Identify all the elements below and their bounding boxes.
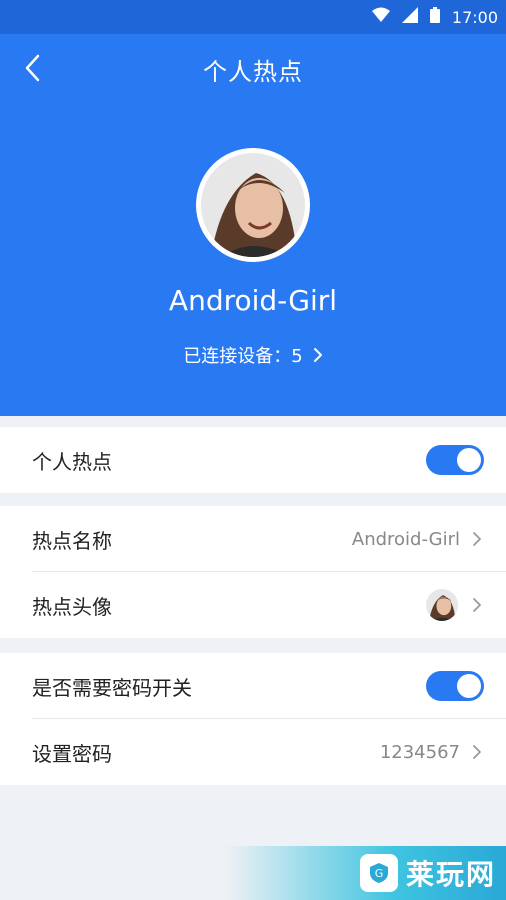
avatar-image bbox=[201, 153, 305, 257]
hotspot-name-display: Android-Girl bbox=[168, 284, 338, 317]
hotspot-avatar-row[interactable]: 热点头像 bbox=[0, 572, 506, 638]
wifi-icon bbox=[371, 7, 390, 27]
hotspot-avatar-thumbnail bbox=[426, 589, 458, 621]
watermark-text: 莱玩网 bbox=[405, 858, 496, 891]
hotspot-toggle-label: 个人热点 bbox=[32, 449, 112, 474]
status-bar: 17:00 bbox=[0, 0, 506, 34]
hotspot-name-row[interactable]: 热点名称 Android-Girl bbox=[0, 506, 506, 572]
chevron-right-icon bbox=[470, 595, 484, 615]
password-switch-row[interactable]: 是否需要密码开关 bbox=[0, 653, 506, 719]
hotspot-info-section: 热点名称 Android-Girl 热点头像 bbox=[0, 506, 506, 638]
hotspot-header: 个人热点 Android-Girl 已连接设备：5 bbox=[0, 34, 506, 416]
status-time: 17:00 bbox=[451, 7, 498, 27]
page-title: 个人热点 bbox=[203, 58, 303, 86]
hotspot-toggle[interactable] bbox=[426, 445, 484, 475]
signal-icon bbox=[401, 7, 418, 27]
set-password-label: 设置密码 bbox=[32, 741, 112, 766]
chevron-right-icon bbox=[470, 742, 484, 762]
hotspot-name-value: Android-Girl bbox=[351, 528, 460, 550]
chevron-right-icon bbox=[470, 529, 484, 549]
password-switch-label: 是否需要密码开关 bbox=[32, 675, 192, 700]
password-toggle[interactable] bbox=[426, 671, 484, 701]
hotspot-toggle-section: 个人热点 bbox=[0, 427, 506, 493]
password-section: 是否需要密码开关 设置密码 1234567 bbox=[0, 653, 506, 785]
connected-devices-link[interactable]: 已连接设备：5 bbox=[0, 342, 506, 368]
chevron-right-icon bbox=[313, 348, 322, 362]
hotspot-avatar-label: 热点头像 bbox=[32, 594, 112, 619]
battery-icon bbox=[429, 7, 440, 27]
set-password-row[interactable]: 设置密码 1234567 bbox=[0, 719, 506, 785]
toggle-knob bbox=[457, 674, 481, 698]
password-value: 1234567 bbox=[379, 741, 460, 763]
svg-text:G: G bbox=[375, 867, 384, 880]
hotspot-name-label: 热点名称 bbox=[32, 528, 112, 553]
watermark: G 莱玩网 bbox=[226, 846, 506, 900]
toggle-knob bbox=[457, 448, 481, 472]
hotspot-toggle-row[interactable]: 个人热点 bbox=[0, 427, 506, 493]
connected-devices-text: 已连接设备：5 bbox=[183, 346, 303, 367]
avatar[interactable] bbox=[196, 148, 310, 262]
watermark-logo-icon: G bbox=[359, 854, 398, 892]
